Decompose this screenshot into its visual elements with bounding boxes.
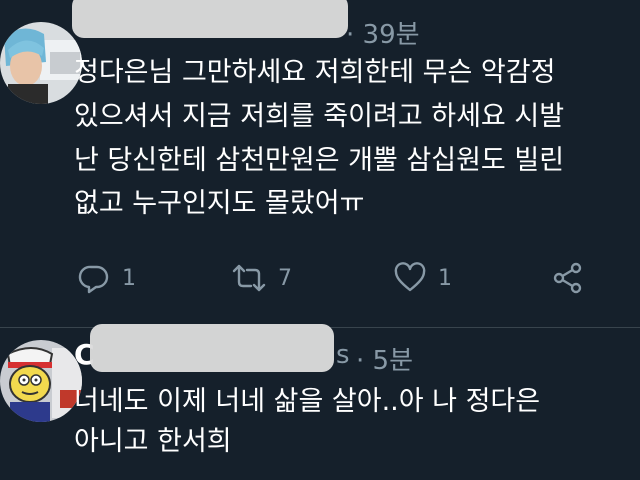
share-button[interactable] (552, 262, 584, 294)
tweet-text-line: 너네도 이제 너네 삶을 살아..아 나 정다은 (74, 386, 541, 417)
retweet-button[interactable]: 7 (232, 262, 292, 294)
like-count: 1 (438, 265, 452, 291)
retweet-count: 7 (278, 265, 292, 291)
reply-icon (78, 265, 109, 294)
tweet-2[interactable]: C s · 5분 너네도 이제 너네 삶을 살아..아 나 정다은 아니고 한서… (0, 324, 640, 480)
redacted-name (72, 0, 348, 38)
retweet-icon (232, 264, 266, 292)
tweet-time[interactable]: · 39분 (346, 14, 420, 51)
tweet-text-line: 정다은님 그만하세요 저희한테 무슨 악감정 (74, 57, 556, 88)
tweet-text-line: 없고 누구인지도 몰랐어ㅠ (74, 188, 365, 219)
avatar-photo (0, 22, 82, 104)
reply-count: 1 (122, 265, 136, 291)
heart-icon (394, 262, 426, 292)
redacted-name (90, 324, 334, 372)
tweet-text-line: 아니고 한서희 (74, 426, 232, 457)
avatar[interactable] (0, 340, 82, 422)
tweet-time[interactable]: · 5분 (356, 340, 413, 377)
tweet-1[interactable]: · 39분 정다은님 그만하세요 저희한테 무슨 악감정 있으셔서 지금 저희를… (0, 0, 640, 327)
author-handle[interactable]: s (336, 340, 350, 370)
share-icon (553, 262, 582, 294)
like-button[interactable]: 1 (394, 262, 452, 294)
tweet-text-line: 난 당신한테 삼천만원은 개뿔 삼십원도 빌린 (74, 145, 565, 176)
reply-button[interactable]: 1 (78, 262, 136, 294)
tweet-text-line: 있으셔서 지금 저희를 죽이려고 하세요 시발 (74, 101, 565, 132)
avatar-illustration (0, 340, 82, 422)
avatar[interactable] (0, 22, 82, 104)
